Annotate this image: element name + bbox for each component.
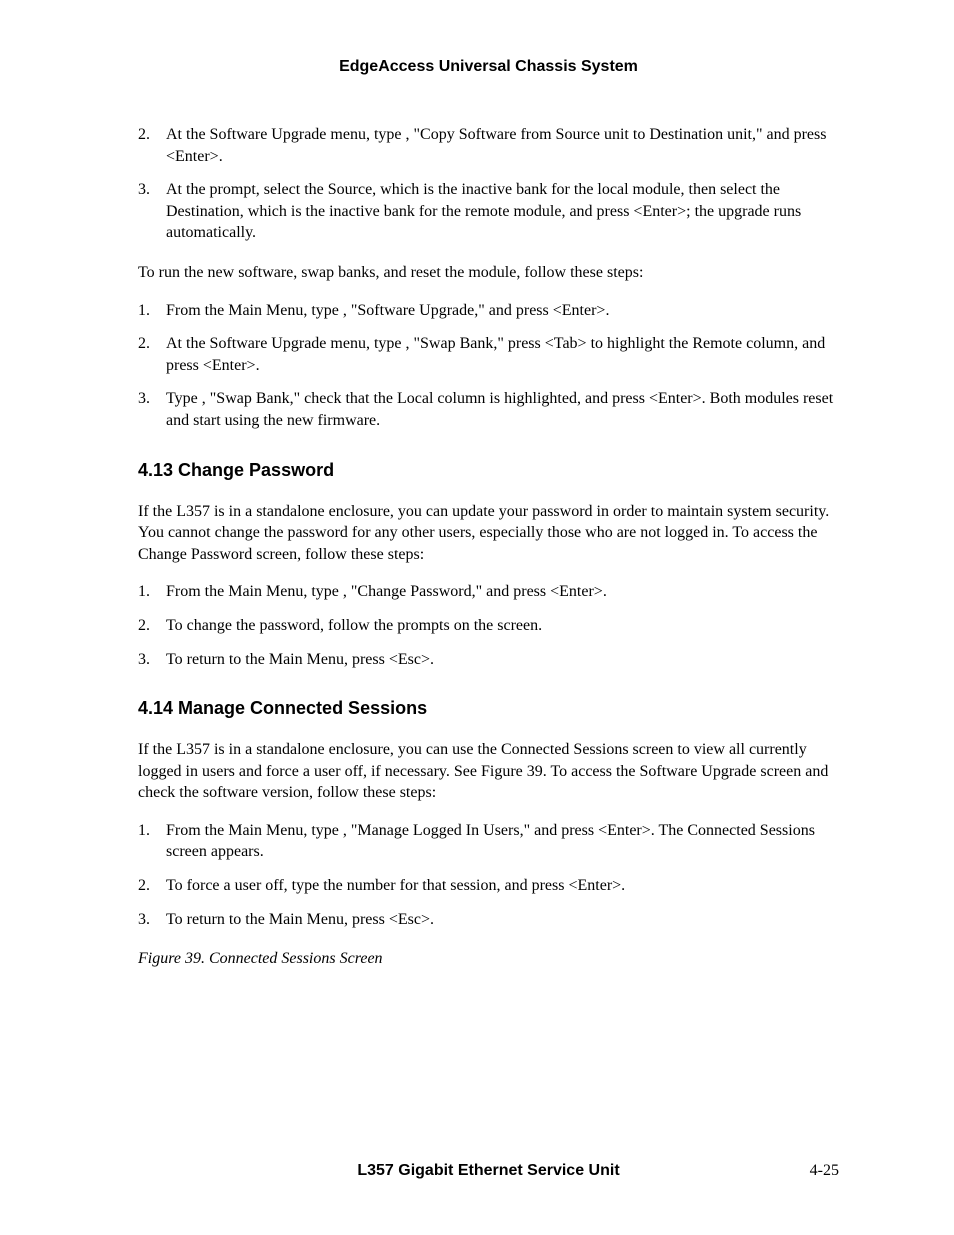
- page-header: EdgeAccess Universal Chassis System: [138, 58, 839, 76]
- page-content: EdgeAccess Universal Chassis System 2. At…: [0, 0, 954, 970]
- list-manage-sessions: 1. From the Main Menu, type , "Manage Log…: [138, 820, 839, 930]
- list-number: 2.: [138, 333, 150, 355]
- section-heading-413: 4.13 Change Password: [138, 460, 839, 481]
- list-text: At the prompt, select the Source, which …: [166, 181, 801, 241]
- list-text: To force a user off, type the number for…: [166, 877, 625, 894]
- list-number: 1.: [138, 300, 150, 322]
- list-number: 3.: [138, 388, 150, 410]
- list-swap-banks: 1. From the Main Menu, type , "Software U…: [138, 300, 839, 432]
- list-text: From the Main Menu, type , "Software Upg…: [166, 302, 609, 319]
- list-item: 2. At the Software Upgrade menu, type , "…: [138, 124, 839, 167]
- list-text: At the Software Upgrade menu, type , "Co…: [166, 126, 826, 165]
- list-item: 1. From the Main Menu, type , "Software U…: [138, 300, 839, 322]
- list-text: From the Main Menu, type , "Change Passw…: [166, 583, 607, 600]
- list-number: 2.: [138, 615, 150, 637]
- list-text: To change the password, follow the promp…: [166, 617, 542, 634]
- list-item: 3. Type , "Swap Bank," check that the Loc…: [138, 388, 839, 431]
- body-paragraph: If the L357 is in a standalone enclosure…: [138, 739, 839, 804]
- list-text: At the Software Upgrade menu, type , "Sw…: [166, 335, 825, 374]
- section-heading-414: 4.14 Manage Connected Sessions: [138, 698, 839, 719]
- list-number: 3.: [138, 649, 150, 671]
- list-item: 3. At the prompt, select the Source, whic…: [138, 179, 839, 244]
- page-footer: L357 Gigabit Ethernet Service Unit 4-25: [138, 1162, 839, 1180]
- figure-caption: Figure 39. Connected Sessions Screen: [138, 948, 839, 970]
- body-paragraph: To run the new software, swap banks, and…: [138, 262, 839, 284]
- list-number: 1.: [138, 820, 150, 842]
- list-item: 1. From the Main Menu, type , "Change Pas…: [138, 581, 839, 603]
- list-number: 3.: [138, 179, 150, 201]
- list-text: From the Main Menu, type , "Manage Logge…: [166, 822, 815, 861]
- list-text: To return to the Main Menu, press <Esc>.: [166, 911, 434, 928]
- list-number: 3.: [138, 909, 150, 931]
- list-item: 2. To change the password, follow the pro…: [138, 615, 839, 637]
- list-number: 2.: [138, 875, 150, 897]
- list-text: Type , "Swap Bank," check that the Local…: [166, 390, 833, 429]
- list-number: 2.: [138, 124, 150, 146]
- footer-title: L357 Gigabit Ethernet Service Unit: [198, 1162, 779, 1180]
- list-text: To return to the Main Menu, press <Esc>.: [166, 651, 434, 668]
- list-item: 3. To return to the Main Menu, press <Esc…: [138, 649, 839, 671]
- list-item: 1. From the Main Menu, type , "Manage Log…: [138, 820, 839, 863]
- footer-page-number: 4-25: [779, 1162, 839, 1180]
- list-item: 2. To force a user off, type the number f…: [138, 875, 839, 897]
- list-item: 3. To return to the Main Menu, press <Esc…: [138, 909, 839, 931]
- list-item: 2. At the Software Upgrade menu, type , "…: [138, 333, 839, 376]
- list-continued: 2. At the Software Upgrade menu, type , "…: [138, 124, 839, 244]
- list-change-password: 1. From the Main Menu, type , "Change Pas…: [138, 581, 839, 670]
- list-number: 1.: [138, 581, 150, 603]
- body-paragraph: If the L357 is in a standalone enclosure…: [138, 501, 839, 566]
